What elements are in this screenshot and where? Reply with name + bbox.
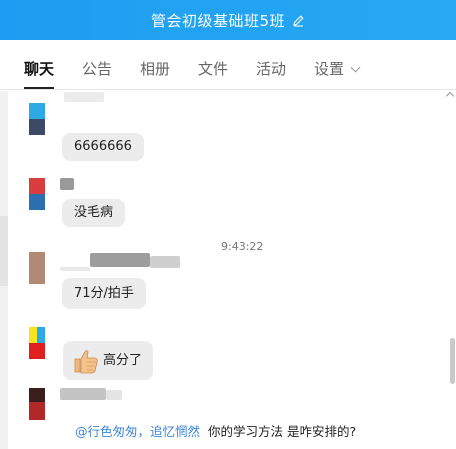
message-text: 没毛病 [74, 205, 114, 220]
tab-album[interactable]: 相册 [140, 58, 170, 79]
chat-area[interactable]: 6666666 没毛病 9:43:22 71分/拍手 高分了 @行色匆匆，追忆惘… [0, 91, 456, 449]
sender-name-detail [150, 256, 180, 268]
sender-name-detail [90, 253, 150, 267]
message-reply: @行色匆匆，追忆惘然 你的学习方法 是咋安排的? [75, 421, 356, 440]
group-title: 管会初级基础班5班 [150, 11, 286, 30]
avatar[interactable] [29, 252, 45, 284]
mention-link[interactable]: @行色匆匆，追忆惘然 [75, 424, 200, 439]
message-text: 71分/拍手 [74, 286, 134, 301]
sender-name [64, 92, 104, 102]
message-text: 高分了 [103, 353, 143, 368]
edit-icon[interactable] [292, 14, 305, 27]
tab-bar: 聊天 公告 相册 文件 活动 设置 [0, 40, 456, 90]
avatar[interactable] [29, 388, 45, 420]
message-text: 你的学习方法 是咋安排的? [208, 424, 357, 439]
tab-chat[interactable]: 聊天 [24, 58, 54, 79]
tab-activities[interactable]: 活动 [256, 58, 286, 79]
chat-scrollbar[interactable] [445, 91, 456, 449]
thumbs-up-icon [74, 350, 98, 374]
sender-name [60, 388, 106, 400]
message-bubble: 71分/拍手 [62, 278, 146, 309]
message-bubble: 6666666 [62, 133, 144, 161]
sender-name [60, 178, 74, 190]
message-bubble: 没毛病 [62, 199, 126, 227]
avatar[interactable] [29, 103, 45, 135]
tab-settings[interactable]: 设置 [314, 58, 361, 79]
left-pane-handle[interactable] [0, 216, 8, 286]
message-timestamp: 9:43:22 [221, 240, 264, 253]
tab-files[interactable]: 文件 [198, 58, 228, 79]
tab-announcements[interactable]: 公告 [82, 58, 112, 79]
avatar[interactable] [29, 327, 45, 359]
scroll-thumb[interactable] [450, 338, 455, 384]
left-pane-edge [0, 91, 8, 449]
sender-name-detail [106, 390, 122, 400]
active-tab-indicator [24, 87, 54, 89]
title-bar: 管会初级基础班5班 [0, 0, 456, 40]
scroll-up-icon[interactable] [445, 91, 455, 101]
message-text: 6666666 [74, 139, 132, 154]
chevron-down-icon [350, 62, 361, 73]
tab-settings-label: 设置 [314, 60, 345, 78]
avatar[interactable] [29, 178, 45, 210]
sender-name [60, 267, 90, 271]
